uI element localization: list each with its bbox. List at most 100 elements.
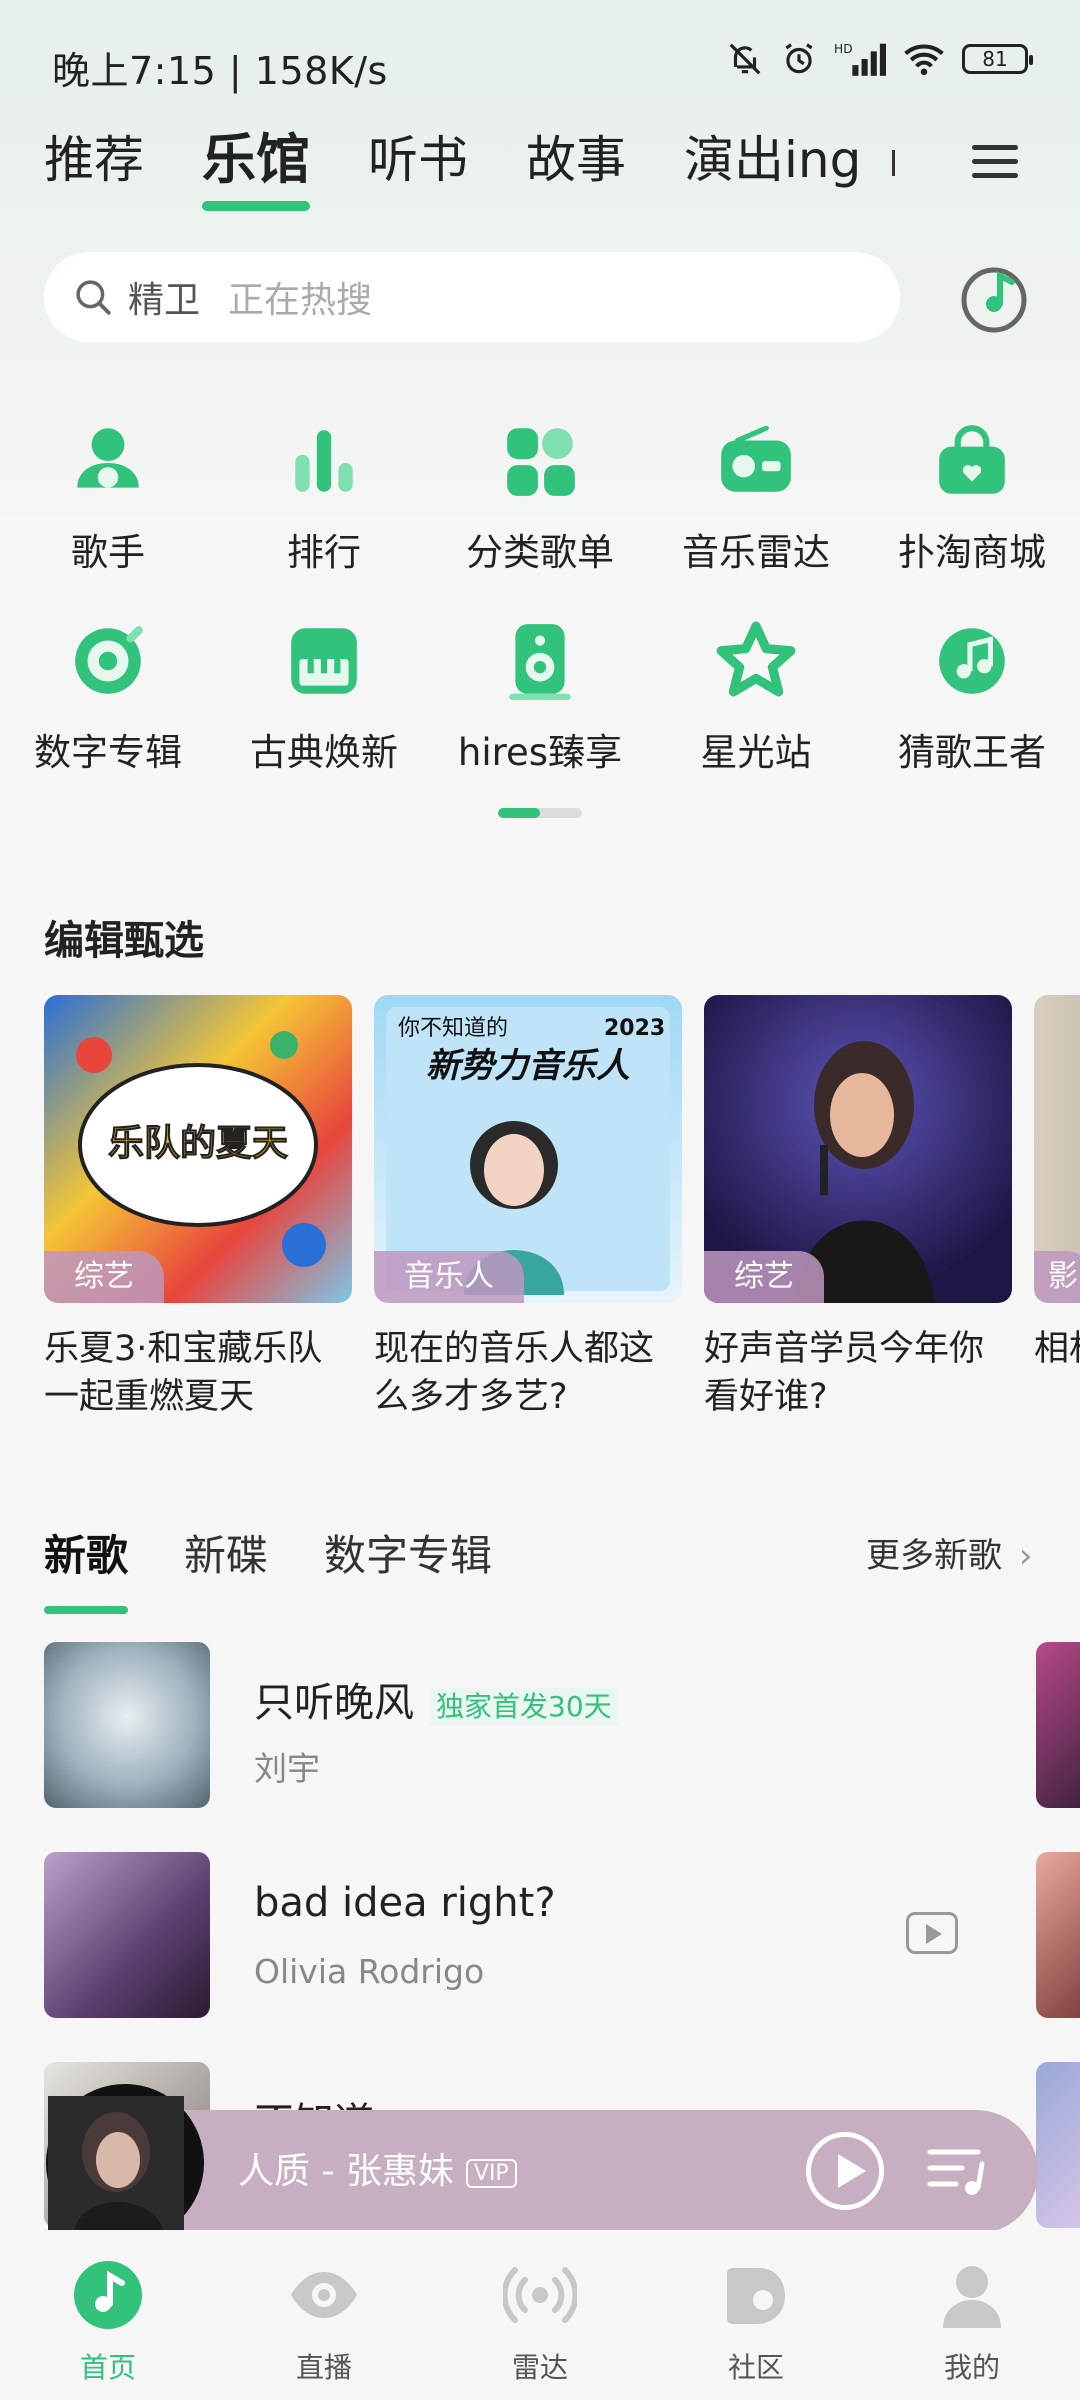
next-column-cover[interactable] — [1036, 2062, 1080, 2228]
pick-tag: 综艺 — [704, 1251, 824, 1303]
playlist-icon[interactable] — [926, 2146, 988, 2198]
star-station-icon — [716, 621, 796, 697]
play-button[interactable] — [806, 2132, 884, 2210]
grid-item-guess-song[interactable]: 猜歌王者 — [864, 620, 1080, 820]
pick-cover: 乐队的夏天 综艺 — [44, 995, 352, 1303]
nav-home[interactable]: 首页 — [0, 2230, 216, 2400]
tab-audiobook[interactable]: 听书 — [368, 125, 468, 195]
grid-item-star-station[interactable]: 星光站 — [648, 620, 864, 820]
pick-card[interactable]: 综艺 好声音学员今年你看好谁? — [704, 995, 1012, 1421]
tab-digital-albums[interactable]: 数字专辑 — [324, 1522, 492, 1592]
nav-live[interactable]: 直播 — [216, 2230, 432, 2400]
pick-tag: 影 — [1034, 1251, 1080, 1303]
status-bar: 晚上7:15 | 158K/s HD 81 — [0, 0, 1080, 125]
editor-picks-carousel[interactable]: 乐队的夏天 综艺 乐夏3·和宝藏乐队一起重燃夏天 你不知道的 2023 新势力音… — [44, 995, 1080, 1435]
alarm-icon — [785, 43, 813, 74]
pick-card[interactable]: 乐队的夏天 综艺 乐夏3·和宝藏乐队一起重燃夏天 — [44, 995, 352, 1421]
radio-icon — [721, 425, 791, 492]
video-play-icon[interactable] — [906, 1912, 958, 1954]
tab-story[interactable]: 故事 — [526, 125, 626, 195]
song-title: bad idea right? — [254, 1880, 556, 1926]
editor-picks-title: 编辑甄选 — [44, 918, 204, 964]
home-music-icon — [74, 2261, 142, 2329]
chevron-right-icon: › — [1018, 1536, 1033, 1576]
grid-item-digital-album[interactable]: 数字专辑 — [0, 620, 216, 820]
svg-text:乐队的夏天: 乐队的夏天 — [108, 1123, 288, 1164]
song-row[interactable]: bad idea right? Olivia Rodrigo — [44, 1852, 1080, 2018]
mini-player[interactable] — [62, 2110, 1038, 2234]
eye-icon — [291, 2272, 357, 2318]
wifi-icon — [904, 44, 944, 76]
grid-item-singer[interactable]: 歌手 — [0, 420, 216, 620]
exclusive-badge: 独家首发30天 — [430, 1688, 618, 1725]
piano-icon — [291, 628, 357, 694]
signal-icon: HD — [834, 42, 886, 76]
status-time: 晚上7:15 | 158K/s — [52, 49, 388, 93]
quick-entry-grid: 歌手 排行 分类歌单 音乐雷达 扑淘商城 数字专辑 古典焕新 hires臻享 星… — [0, 420, 1080, 820]
pick-title: 好声音学员今年你看好谁? — [704, 1329, 985, 1417]
grid-item-shop[interactable]: 扑淘商城 — [864, 420, 1080, 620]
next-column-cover[interactable] — [1036, 1642, 1080, 1808]
singer-icon — [77, 428, 139, 488]
pick-card[interactable]: 影 相相 — [1034, 995, 1080, 1373]
svg-text:HD: HD — [834, 42, 853, 56]
grid-item-radar[interactable]: 音乐雷达 — [648, 420, 864, 620]
user-icon — [943, 2266, 1001, 2328]
grid-item-classical[interactable]: 古典焕新 — [216, 620, 432, 820]
bottom-nav: 首页 直播 雷达 社区 我的 — [0, 2230, 1080, 2400]
pick-tag: 综艺 — [44, 1251, 164, 1303]
shop-bag-icon — [939, 425, 1005, 494]
search-icon — [76, 280, 111, 315]
song-cover — [44, 1642, 210, 1808]
pick-cover: 综艺 — [704, 995, 1012, 1303]
grid-item-hires[interactable]: hires臻享 — [432, 620, 648, 820]
next-column-cover[interactable] — [1036, 1852, 1080, 2018]
nav-community[interactable]: 社区 — [648, 2230, 864, 2400]
guess-song-icon — [939, 628, 1005, 694]
svg-text:2023: 2023 — [604, 1016, 665, 1041]
pick-cover: 你不知道的 2023 新势力音乐人 音乐人 — [374, 995, 682, 1303]
music-recognize-icon[interactable] — [958, 262, 1030, 334]
grid-item-ranking[interactable]: 排行 — [216, 420, 432, 620]
radar-icon — [503, 2267, 577, 2323]
svg-text:你不知道的: 你不知道的 — [398, 1016, 508, 1041]
tab-recommend[interactable]: 推荐 — [44, 125, 144, 195]
song-cover — [44, 1852, 210, 2018]
pick-cover: 影 — [1034, 995, 1080, 1303]
category-icon — [507, 428, 575, 496]
tab-performance[interactable]: 演出ing — [684, 125, 861, 195]
song-row[interactable]: 只听晚风 独家首发30天 刘宇 — [44, 1642, 1080, 1808]
tab-new-songs[interactable]: 新歌 — [44, 1522, 129, 1614]
chart-icon — [295, 430, 353, 492]
grid-item-category[interactable]: 分类歌单 — [432, 420, 648, 620]
mute-bell-icon — [729, 43, 761, 75]
pick-card[interactable]: 你不知道的 2023 新势力音乐人 音乐人 现在的音乐人都这么多才多艺? — [374, 995, 682, 1421]
svg-text:新势力音乐人: 新势力音乐人 — [426, 1046, 630, 1086]
search-hot-hint: 正在热搜 — [228, 280, 373, 321]
pick-title: 现在的音乐人都这么多才多艺? — [374, 1329, 655, 1417]
battery-icon: 81 — [962, 44, 1033, 74]
nav-radar[interactable]: 雷达 — [432, 2230, 648, 2400]
pick-title: 乐夏3·和宝藏乐队一起重燃夏天 — [44, 1329, 323, 1417]
pick-tag: 音乐人 — [374, 1251, 524, 1303]
tab-new-albums[interactable]: 新碟 — [184, 1522, 268, 1592]
tab-divider — [892, 150, 895, 176]
status-icons: HD 81 — [726, 40, 1033, 78]
vip-badge: VIP — [465, 2158, 517, 2188]
more-new-songs-link[interactable]: 更多新歌 › — [866, 1528, 1032, 1577]
digital-album-icon — [75, 626, 143, 694]
song-artist: 刘宇 — [254, 1749, 320, 1788]
pick-title: 相相 — [1034, 1329, 1080, 1369]
search-bar[interactable]: 精卫 正在热搜 — [44, 252, 900, 342]
player-album-disc[interactable] — [44, 2082, 206, 2244]
tab-music-hall[interactable]: 乐馆 — [202, 125, 310, 211]
grid-page-indicator — [498, 808, 582, 818]
community-icon — [727, 2268, 785, 2324]
song-title: 只听晚风 独家首发30天 — [254, 1670, 618, 1728]
new-songs-tabs: 新歌 新碟 数字专辑 — [44, 1522, 548, 1614]
menu-icon[interactable] — [972, 145, 1018, 181]
speaker-icon — [509, 624, 571, 700]
nav-me[interactable]: 我的 — [864, 2230, 1080, 2400]
search-placeholder: 精卫 — [128, 280, 201, 321]
song-artist: Olivia Rodrigo — [254, 1952, 485, 1991]
